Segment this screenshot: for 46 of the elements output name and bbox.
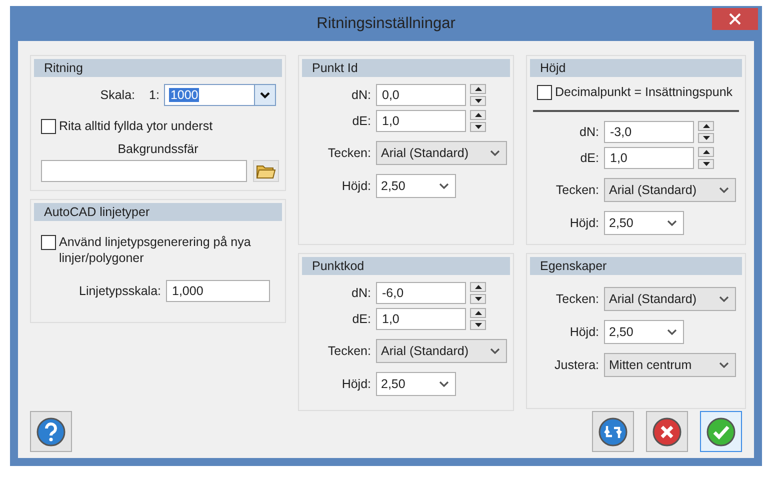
scale-combobox[interactable]: 1000	[164, 84, 276, 106]
field-label: dN:	[350, 286, 371, 300]
group-header: AutoCAD linjetyper	[34, 203, 282, 221]
field-label: dN:	[350, 88, 371, 102]
number-field[interactable]: 1,0	[376, 110, 466, 132]
number-field[interactable]: 1,0	[376, 308, 466, 330]
combobox[interactable]: 2,50	[376, 372, 456, 396]
dropdown[interactable]: Mitten centrum	[604, 353, 736, 377]
field-label: Bakgrundssfär	[116, 142, 200, 156]
text-field[interactable]: 1,000	[166, 280, 270, 302]
field-label: Tecken:	[326, 344, 371, 358]
field-label: Höjd:	[340, 179, 371, 193]
combobox[interactable]: 2,50	[604, 320, 684, 344]
field-label: Justera:	[554, 358, 599, 372]
group-header: Egenskaper	[530, 257, 742, 275]
group-header: Ritning	[34, 59, 282, 77]
field-label: dE:	[351, 312, 371, 326]
group-header: Punkt Id	[302, 59, 510, 77]
field-label: Tecken:	[554, 183, 599, 197]
combobox[interactable]: 2,50	[376, 174, 456, 198]
field-label: dN:	[578, 125, 599, 139]
field-label: Linjetypsskala:	[78, 284, 161, 298]
field-label: Höjd:	[568, 216, 599, 230]
number-field[interactable]: -6,0	[376, 282, 466, 304]
number-field[interactable]: 1,0	[604, 147, 694, 169]
dropdown[interactable]: Arial (Standard)	[604, 178, 736, 202]
dropdown[interactable]: Arial (Standard)	[604, 287, 736, 311]
checkbox-label: Decimalpunkt = Insättningspunk	[555, 84, 733, 100]
field-label: Höjd:	[568, 325, 599, 339]
field-label: dE:	[351, 114, 371, 128]
checkbox-label: Rita alltid fyllda ytor underst	[59, 118, 213, 134]
group-header: Höjd	[530, 59, 742, 77]
dropdown[interactable]: Arial (Standard)	[376, 339, 507, 363]
group-header: Punktkod	[302, 257, 510, 275]
dropdown[interactable]: Arial (Standard)	[376, 141, 507, 165]
scale-prefix: 1:	[149, 88, 160, 102]
window-title: Ritningsinställningar	[316, 14, 456, 32]
field-label: Tecken:	[554, 292, 599, 306]
checkbox-label: Använd linjetypsgenerering på nya linjer/polygoner	[59, 234, 252, 266]
number-field[interactable]: 0,0	[376, 84, 466, 106]
field-label: Höjd:	[340, 377, 371, 391]
field-label: dE:	[579, 151, 599, 165]
field-label: Tecken:	[326, 146, 371, 160]
combobox[interactable]: 2,50	[604, 211, 684, 235]
number-field[interactable]: -3,0	[604, 121, 694, 143]
field-label: Skala:	[99, 88, 135, 102]
